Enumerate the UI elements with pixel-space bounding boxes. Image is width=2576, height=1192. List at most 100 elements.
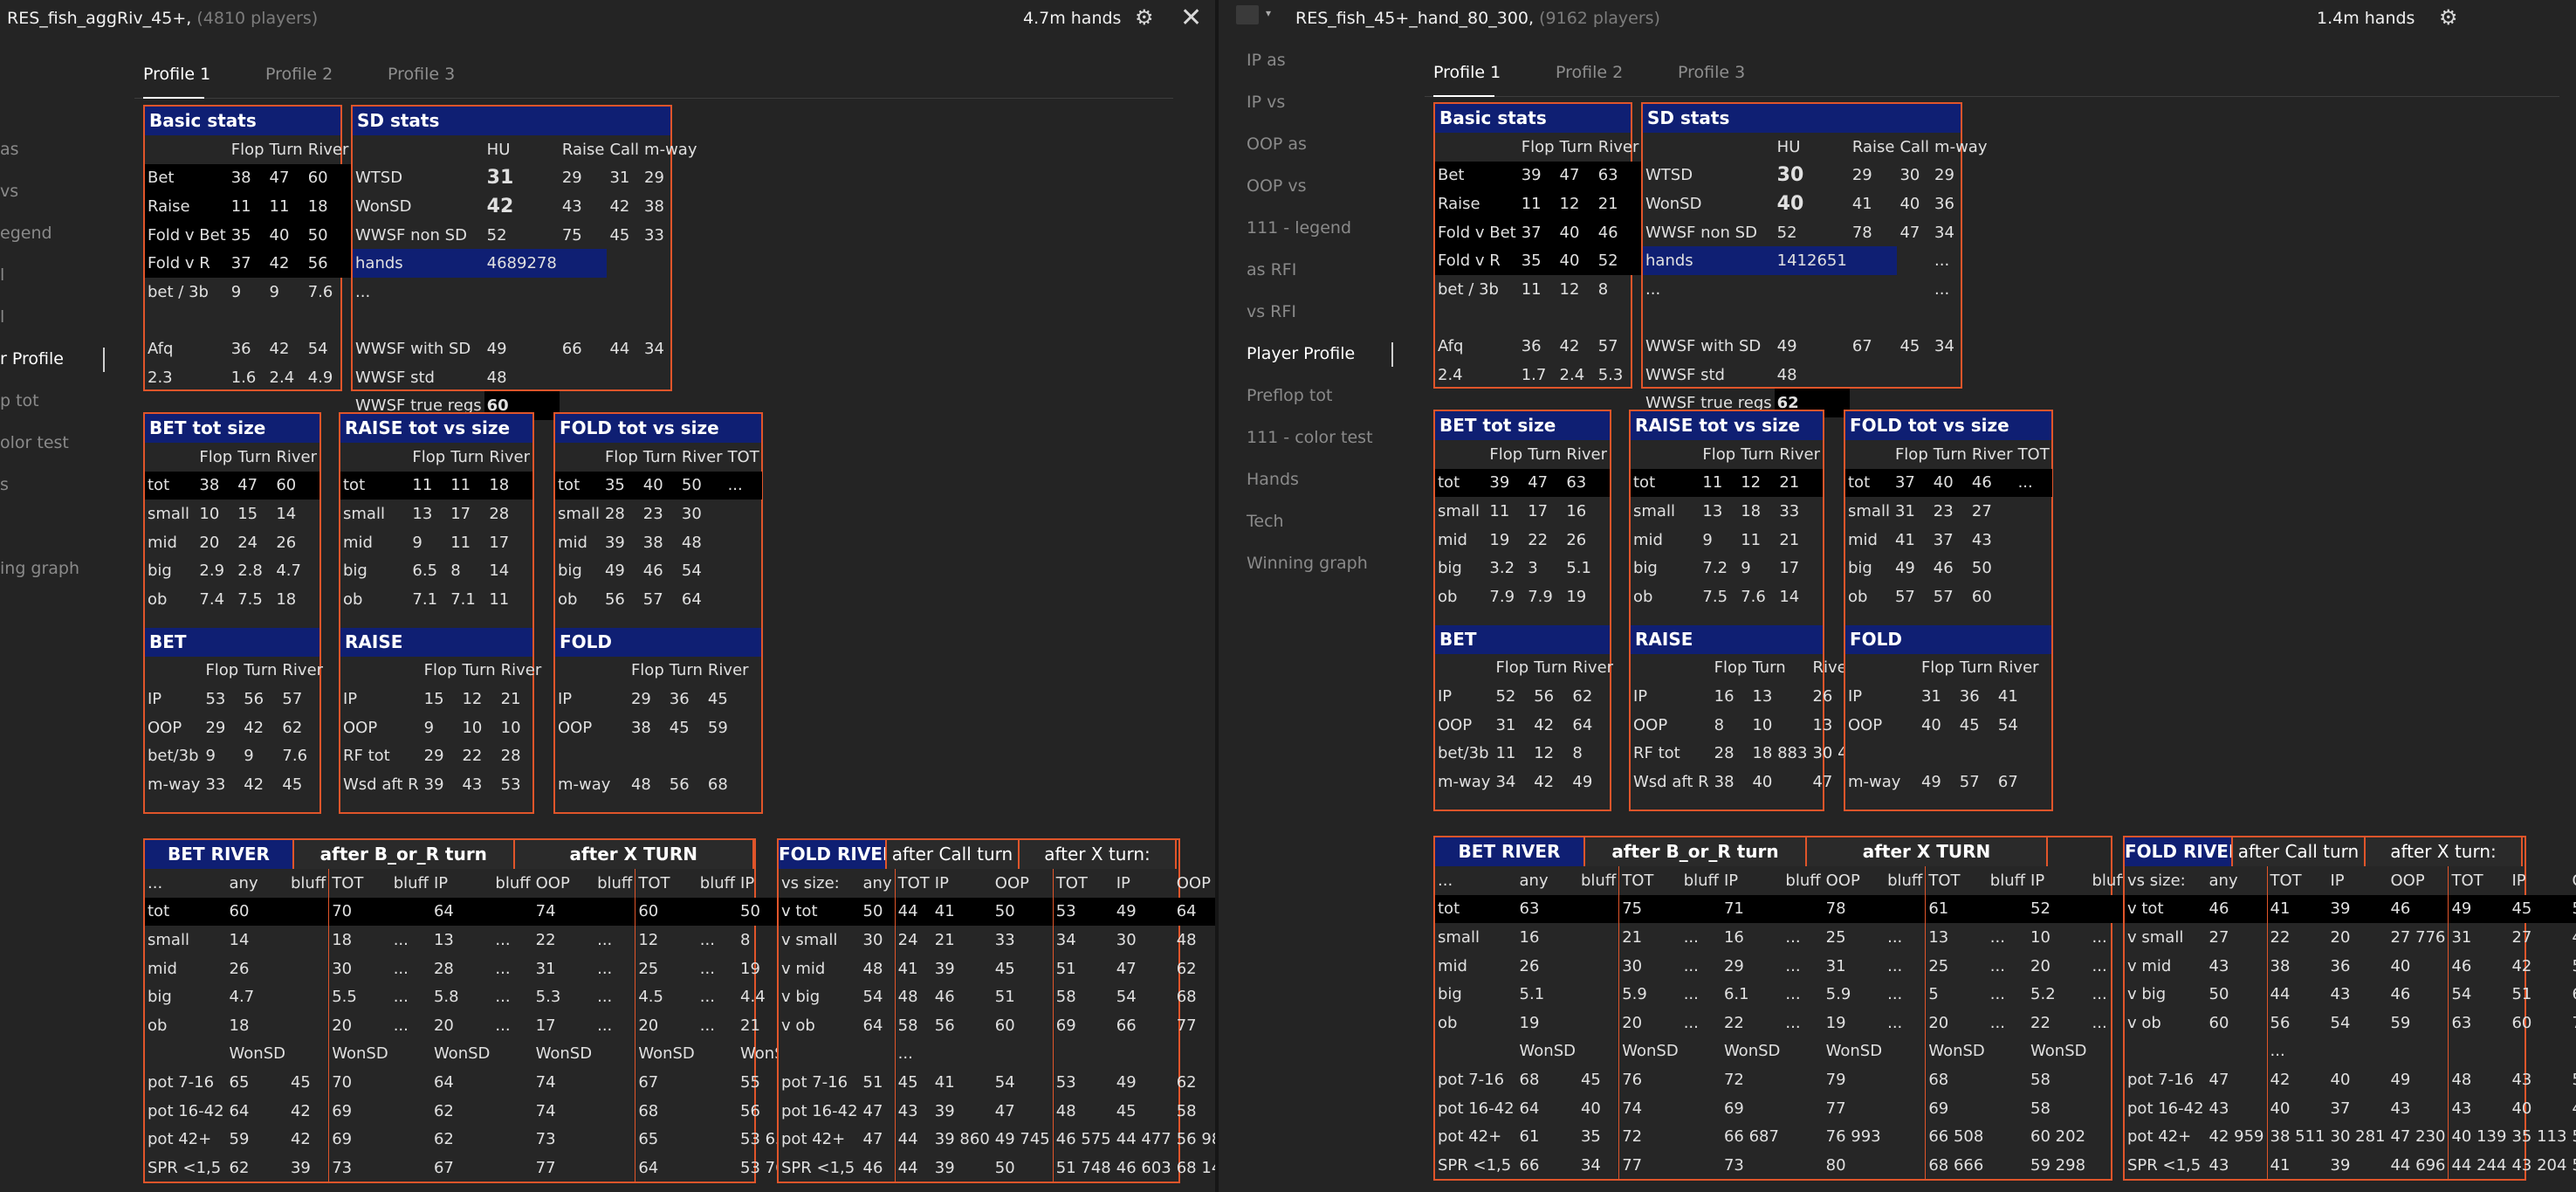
- nav-item[interactable]: Preflop tot: [1247, 386, 1332, 405]
- bet-river-cell: ...: [597, 1016, 613, 1035]
- nav-item[interactable]: OOP as: [1247, 134, 1307, 154]
- bet-river-cell: ...: [699, 930, 715, 949]
- nav-item[interactable]: Hands: [1247, 470, 1299, 489]
- raise-tot-table-cell: 17: [1779, 559, 1800, 578]
- nav-item[interactable]: Tech: [1247, 512, 1284, 531]
- bet-river-cell: 21: [1618, 923, 1681, 952]
- nav-item[interactable]: as RFI: [1247, 260, 1296, 279]
- bet-river-cell: [1988, 1094, 2028, 1123]
- fold-river-cell: 60: [2511, 1013, 2532, 1032]
- bet-table-row-label: m-way: [148, 775, 201, 794]
- raise-table-col-header: Turn: [1752, 658, 1786, 678]
- sd-stats-table-row-label: WWSF with SD: [1645, 336, 1762, 355]
- basic-stats-table-cell: [1557, 304, 1596, 333]
- bet-table-row-label: m-way: [1438, 772, 1491, 791]
- fold-table-row-label: OOP: [1848, 715, 1883, 734]
- fold-river-cell: 62: [1176, 959, 1197, 978]
- bet-river-cell: ...: [393, 930, 409, 949]
- raise-tot-table-row-label: big: [343, 562, 368, 581]
- basic-stats-table-row: Fold v R 37 42 56: [145, 249, 352, 278]
- bet-river-cell: 58: [2030, 1099, 2050, 1118]
- window-menu-button[interactable]: [1236, 5, 1259, 24]
- raise-table-row: IP 16 13 26: [1631, 682, 1870, 711]
- sd-stats-panel-title: SD stats: [1643, 104, 1961, 133]
- gear-icon[interactable]: ⚙: [2439, 5, 2458, 30]
- sd-stats-table-cell: 38: [644, 196, 664, 216]
- raise-table-row-label: Wsd aft R: [1633, 772, 1709, 791]
- raise-tot-table-cell: 21: [1779, 530, 1800, 549]
- fold-river-cell: [2387, 1037, 2448, 1066]
- fold-river-cell: ...: [894, 1039, 932, 1069]
- basic-stats-table-row: Raise 11 12 21: [1435, 189, 1642, 218]
- fold-river-row: ...: [2125, 1037, 2576, 1066]
- bet-river-cell: 67: [635, 1068, 697, 1097]
- bet-river-cell: [492, 1125, 532, 1154]
- tab-profile-1[interactable]: Profile 1: [143, 65, 210, 84]
- nav-item[interactable]: IP as: [1247, 51, 1286, 70]
- fold-river-cell: 56: [934, 1016, 955, 1035]
- fold-river-cell: 43: [2208, 1155, 2229, 1175]
- bet-river-cell: [697, 1068, 738, 1097]
- tab-profile-2[interactable]: Profile 2: [1556, 63, 1623, 82]
- bet-river-cell: [1885, 1151, 1926, 1180]
- nav-item[interactable]: egend: [0, 224, 52, 243]
- nav-item[interactable]: olor test: [0, 433, 69, 452]
- nav-item[interactable]: OOP vs: [1247, 176, 1307, 196]
- nav-item[interactable]: l: [0, 307, 4, 327]
- fold-tot-table-cell: 23: [642, 504, 663, 523]
- bet-table-cell: 49: [1572, 772, 1593, 791]
- bet-river-cell: [1680, 894, 1721, 924]
- tab-profile-3[interactable]: Profile 3: [1678, 63, 1745, 82]
- bet-river-cell: 40: [1580, 1099, 1601, 1118]
- bet-table: Flop Turn River IP 52 56 62 OOP 31 42 64 bet/3b 11 12…: [1435, 654, 1616, 796]
- gear-icon[interactable]: ⚙: [1135, 5, 1154, 30]
- fold-tot-table-cell: 54: [681, 562, 702, 581]
- bet-river-cell: 58: [2030, 1070, 2050, 1089]
- basic-stats-table-row: Fold v Bet 35 40 50: [145, 220, 352, 250]
- fold-tot-table-cell: 49: [604, 562, 625, 581]
- tab-profile-2[interactable]: Profile 2: [265, 65, 333, 84]
- sd-stats-table-cell: [1897, 361, 1932, 389]
- close-icon[interactable]: ✕: [1180, 3, 1202, 33]
- chevron-down-icon[interactable]: ▾: [1266, 7, 1271, 19]
- nav-item[interactable]: vs: [0, 182, 18, 201]
- bet-river-cell: [594, 1125, 635, 1154]
- nav-item[interactable]: ing graph: [0, 559, 79, 578]
- bet-river-cell: 5.5: [328, 982, 391, 1011]
- basic-stats-table-row-label: [1435, 304, 1519, 333]
- fold-river-cell: [1052, 1039, 1114, 1069]
- bet-tot-table-cell: 17: [1528, 501, 1549, 520]
- tab-profile-1[interactable]: Profile 1: [1433, 63, 1501, 82]
- nav-item[interactable]: 111 - color test: [1247, 428, 1373, 447]
- raise-table-row: IP 15 12 21: [340, 685, 544, 713]
- fold-river-cell: ...: [2266, 1037, 2328, 1066]
- nav-item[interactable]: Winning graph: [1247, 554, 1368, 573]
- nav-item[interactable]: s: [0, 475, 9, 494]
- nav-item[interactable]: vs RFI: [1247, 302, 1296, 321]
- raise-tot-size-panel-title: RAISE tot vs size: [1631, 411, 1823, 440]
- fold-river-cell: 48: [2448, 1065, 2510, 1094]
- nav-item[interactable]: r Profile: [0, 349, 64, 369]
- fold-table-row: [1845, 739, 2051, 768]
- fold-tot-table-row: ob 57 57 60: [1845, 582, 2052, 611]
- bet-river-cell: [1577, 894, 1619, 924]
- nav-item[interactable]: as: [0, 140, 19, 159]
- sd-stats-table-row-label: hands: [353, 249, 484, 278]
- sd-stats-table-row-label: WWSF std: [355, 368, 435, 387]
- bet-river-cell: [594, 1040, 635, 1069]
- nav-item[interactable]: 111 - legend: [1247, 218, 1351, 238]
- bet-tot-table-col-header: River: [1566, 444, 1607, 464]
- bet-river-cell: [594, 1068, 635, 1097]
- nav-item[interactable]: IP vs: [1247, 93, 1285, 112]
- bet-river-cell: 66: [1519, 1155, 1540, 1175]
- nav-item[interactable]: p tot: [0, 391, 39, 410]
- fold-river-panel: FOLD RIVER after Call turn after X turn: vs…: [2123, 836, 2576, 1181]
- fold-river-cell: 39 860: [934, 1130, 990, 1149]
- nav-item[interactable]: Player Profile: [1247, 344, 1355, 363]
- fold-tot-table-cell: 48: [681, 533, 702, 552]
- basic-stats-table-col-header: Flop: [230, 140, 264, 159]
- nav-item[interactable]: l: [0, 265, 4, 285]
- nav-active-marker: [1391, 342, 1393, 367]
- tab-profile-3[interactable]: Profile 3: [388, 65, 455, 84]
- bet-river-header: after B_or_R turn: [1585, 837, 1807, 866]
